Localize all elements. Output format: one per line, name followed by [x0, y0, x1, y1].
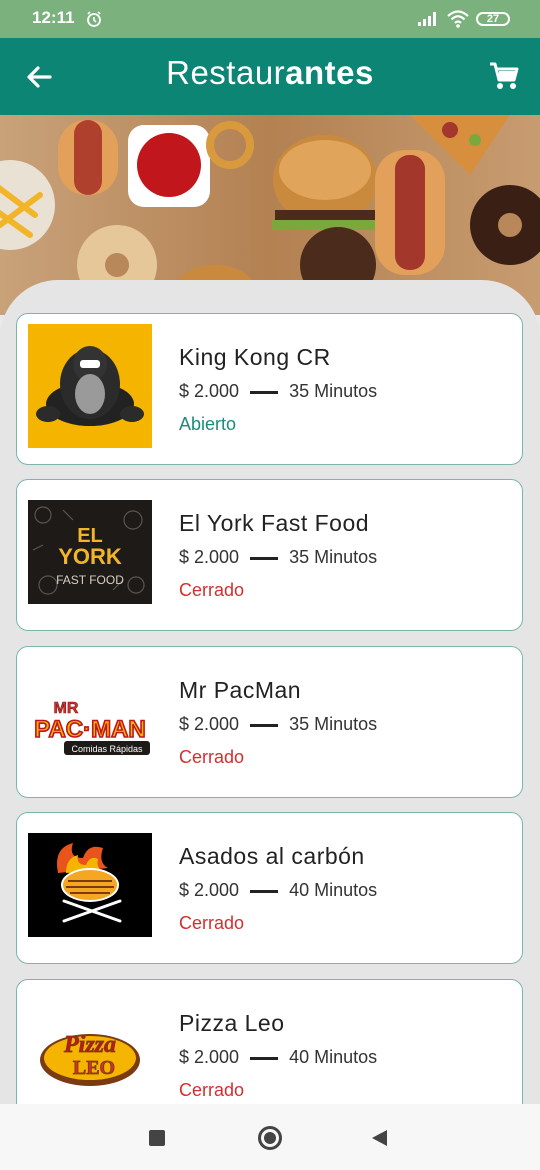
app-title-light: Restaur [166, 54, 286, 91]
battery-icon: 27 [476, 12, 510, 26]
battery-level: 27 [486, 13, 500, 25]
app-title: Restaurantes [0, 54, 540, 92]
meta-separator [250, 723, 279, 727]
restaurant-price: $ 2.000 [179, 547, 240, 567]
system-nav-bar [0, 1104, 540, 1170]
restaurant-card[interactable]: King Kong CR $ 2.000 35 Minutos Abierto [16, 313, 523, 465]
restaurant-time: 40 Minutos [289, 1047, 378, 1067]
wifi-icon [447, 10, 469, 28]
restaurant-logo-mr-pacman: MR PAC·MAN Comidas Rápidas [28, 657, 152, 781]
signal-icon [418, 12, 436, 26]
restaurant-logo-pizza-leo: Pizza LEO [28, 990, 152, 1114]
meta-separator [250, 1056, 279, 1060]
app-title-bold: antes [285, 54, 374, 91]
app-bar: Restaurantes [0, 38, 540, 115]
restaurant-meta: $ 2.000 40 Minutos [179, 880, 377, 901]
svg-text:Comidas Rápidas: Comidas Rápidas [71, 744, 143, 754]
restaurant-status: Abierto [179, 414, 237, 434]
home-icon[interactable] [258, 1126, 282, 1150]
restaurant-status: Cerrado [179, 913, 245, 933]
restaurant-meta: $ 2.000 35 Minutos [179, 381, 377, 402]
recent-apps-icon[interactable] [149, 1130, 165, 1146]
restaurant-card[interactable]: EL YORK FAST FOOD El York Fast Food $ 2.… [16, 479, 523, 631]
restaurant-status: Cerrado [179, 747, 245, 767]
svg-text:PAC·MAN: PAC·MAN [34, 716, 146, 743]
meta-separator [250, 390, 279, 394]
svg-text:LEO: LEO [73, 1057, 115, 1079]
restaurant-card[interactable]: MR PAC·MAN Comidas Rápidas Mr PacMan $ 2… [16, 646, 523, 798]
restaurant-time: 35 Minutos [289, 381, 378, 401]
alarm-clock-icon [87, 11, 101, 27]
restaurant-name: Mr PacMan [179, 677, 302, 703]
restaurant-time: 40 Minutos [289, 880, 378, 900]
restaurant-card[interactable]: Asados al carbón $ 2.000 40 Minutos Cerr… [16, 812, 523, 964]
restaurant-name: Asados al carbón [179, 843, 365, 869]
restaurant-meta: $ 2.000 35 Minutos [179, 547, 377, 568]
restaurant-price: $ 2.000 [179, 880, 240, 900]
meta-separator [250, 889, 279, 893]
restaurant-price: $ 2.000 [179, 1047, 240, 1067]
restaurant-name: El York Fast Food [179, 510, 370, 536]
restaurant-price: $ 2.000 [179, 381, 240, 401]
restaurant-logo-king-kong [28, 324, 152, 448]
restaurant-meta: $ 2.000 40 Minutos [179, 1047, 377, 1068]
restaurant-price: $ 2.000 [179, 714, 240, 734]
svg-text:YORK: YORK [58, 544, 122, 569]
restaurant-status: Cerrado [179, 580, 245, 600]
restaurant-time: 35 Minutos [289, 714, 378, 734]
status-bar: 12:11 27 [0, 0, 540, 38]
restaurant-meta: $ 2.000 35 Minutos [179, 714, 377, 735]
svg-text:MR: MR [54, 700, 79, 717]
svg-text:FAST FOOD: FAST FOOD [56, 573, 124, 587]
status-time: 12:11 [32, 8, 75, 27]
restaurant-time: 35 Minutos [289, 547, 378, 567]
meta-separator [250, 556, 279, 560]
restaurant-name: Pizza Leo [179, 1010, 285, 1036]
shopping-cart-icon[interactable] [488, 60, 520, 92]
restaurant-logo-asados [28, 833, 152, 937]
restaurant-status: Cerrado [179, 1080, 245, 1100]
nav-back-icon[interactable] [372, 1130, 387, 1146]
svg-text:Pizza: Pizza [63, 1032, 116, 1058]
restaurant-logo-el-york: EL YORK FAST FOOD [28, 500, 152, 604]
restaurant-name: King Kong CR [179, 344, 331, 370]
